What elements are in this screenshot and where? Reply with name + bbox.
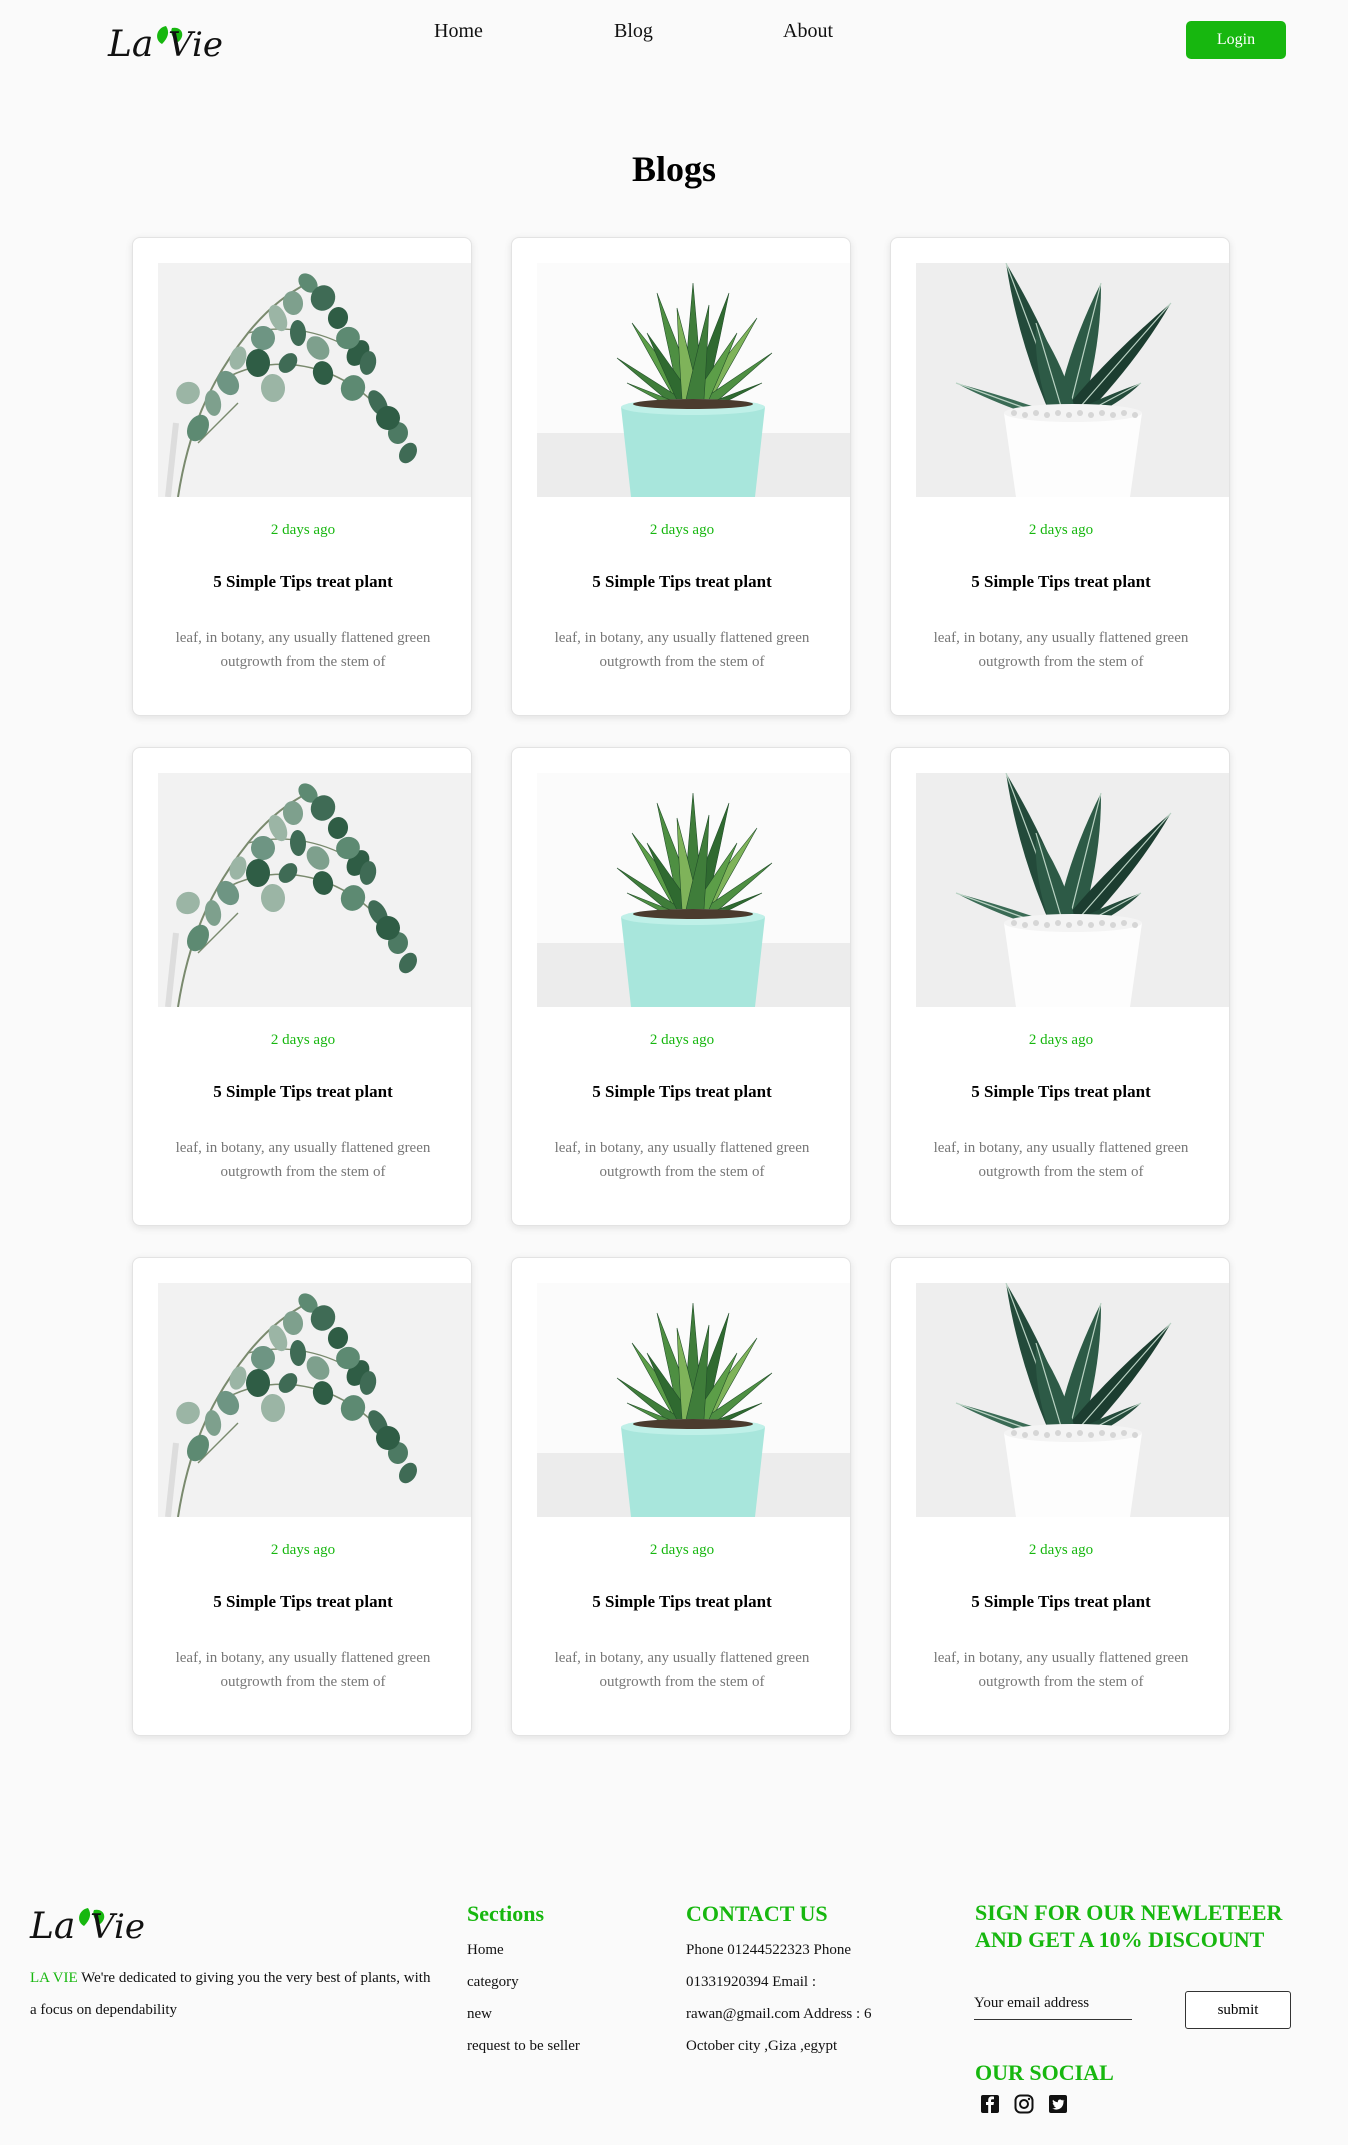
la-vie-logo[interactable]: La Vie bbox=[106, 14, 230, 66]
card-date: 2 days ago bbox=[649, 522, 715, 538]
sections-heading: Sections bbox=[467, 1901, 544, 1926]
blog-card[interactable]: 2 days ago 5 Simple Tips treat plant lea… bbox=[511, 747, 851, 1226]
newsletter-submit-button[interactable]: submit bbox=[1185, 1991, 1291, 2029]
footer-brand: LA VIE bbox=[30, 1970, 78, 1986]
plant-image bbox=[916, 1283, 1229, 1517]
blog-card[interactable]: 2 days ago 5 Simple Tips treat plant lea… bbox=[890, 1257, 1230, 1736]
card-description: leaf, in botany, any usually flattened g… bbox=[175, 1650, 431, 1690]
footer-logo[interactable]: La Vie bbox=[28, 1896, 152, 1948]
blog-card[interactable]: 2 days ago 5 Simple Tips treat plant lea… bbox=[132, 747, 472, 1226]
social-heading: OUR SOCIAL bbox=[975, 2060, 1114, 2085]
card-date: 2 days ago bbox=[270, 1032, 336, 1048]
sections-list: Home category new request to be seller bbox=[467, 1934, 580, 2062]
newsletter-email-input[interactable] bbox=[974, 1988, 1132, 2020]
card-date: 2 days ago bbox=[1028, 522, 1094, 538]
blog-card[interactable]: 2 days ago 5 Simple Tips treat plant lea… bbox=[132, 237, 472, 716]
nav-home-link[interactable]: Home bbox=[434, 20, 483, 43]
svg-text:Vie: Vie bbox=[90, 1907, 145, 1947]
card-title[interactable]: 5 Simple Tips treat plant bbox=[512, 572, 850, 592]
footer-link-new[interactable]: new bbox=[467, 1998, 580, 2030]
card-date: 2 days ago bbox=[270, 1542, 336, 1558]
plant-image bbox=[916, 773, 1229, 1007]
plant-image bbox=[158, 1283, 471, 1517]
blog-card[interactable]: 2 days ago 5 Simple Tips treat plant lea… bbox=[890, 747, 1230, 1226]
contact-heading: CONTACT US bbox=[686, 1901, 828, 1926]
twitter-icon[interactable] bbox=[1048, 2094, 1068, 2114]
blog-card[interactable]: 2 days ago 5 Simple Tips treat plant lea… bbox=[132, 1257, 472, 1736]
facebook-icon[interactable] bbox=[980, 2094, 1000, 2114]
footer-link-category[interactable]: category bbox=[467, 1966, 580, 1998]
card-description: leaf, in botany, any usually flattened g… bbox=[175, 1140, 431, 1180]
card-description: leaf, in botany, any usually flattened g… bbox=[933, 1140, 1189, 1180]
login-button[interactable]: Login bbox=[1186, 21, 1286, 59]
contact-details: Phone 01244522323 Phone 01331920394 Emai… bbox=[686, 1942, 872, 2054]
card-description: leaf, in botany, any usually flattened g… bbox=[554, 1140, 810, 1180]
footer-about-text: LA VIE We're dedicated to giving you the… bbox=[30, 1962, 440, 2026]
plant-image bbox=[158, 263, 471, 497]
top-navbar: La Vie Home Blog About Login bbox=[0, 0, 1348, 80]
footer-about-body: We're dedicated to giving you the very b… bbox=[30, 1970, 431, 2018]
footer-link-home[interactable]: Home bbox=[467, 1934, 580, 1966]
card-title[interactable]: 5 Simple Tips treat plant bbox=[133, 1082, 471, 1102]
newsletter-heading: SIGN FOR OUR NEWLETEER AND GET A 10% DIS… bbox=[975, 1900, 1283, 1952]
plant-image bbox=[537, 1283, 850, 1517]
svg-text:La: La bbox=[107, 24, 153, 65]
card-title[interactable]: 5 Simple Tips treat plant bbox=[512, 1082, 850, 1102]
card-description: leaf, in botany, any usually flattened g… bbox=[554, 1650, 810, 1690]
card-description: leaf, in botany, any usually flattened g… bbox=[175, 630, 431, 670]
card-title[interactable]: 5 Simple Tips treat plant bbox=[891, 572, 1229, 592]
nav-blog-link[interactable]: Blog bbox=[614, 20, 653, 43]
card-date: 2 days ago bbox=[649, 1542, 715, 1558]
card-title[interactable]: 5 Simple Tips treat plant bbox=[512, 1592, 850, 1612]
blog-card[interactable]: 2 days ago 5 Simple Tips treat plant lea… bbox=[511, 237, 851, 716]
card-date: 2 days ago bbox=[270, 522, 336, 538]
card-date: 2 days ago bbox=[649, 1032, 715, 1048]
footer-link-request-seller[interactable]: request to be seller bbox=[467, 2030, 580, 2062]
card-date: 2 days ago bbox=[1028, 1032, 1094, 1048]
card-description: leaf, in botany, any usually flattened g… bbox=[933, 1650, 1189, 1690]
blog-grid: 2 days ago 5 Simple Tips treat plant lea… bbox=[132, 237, 1230, 1736]
plant-image bbox=[537, 773, 850, 1007]
instagram-icon[interactable] bbox=[1014, 2094, 1034, 2114]
card-title[interactable]: 5 Simple Tips treat plant bbox=[133, 1592, 471, 1612]
page-title: Blogs bbox=[631, 149, 717, 189]
card-title[interactable]: 5 Simple Tips treat plant bbox=[133, 572, 471, 592]
card-title[interactable]: 5 Simple Tips treat plant bbox=[891, 1082, 1229, 1102]
blog-card[interactable]: 2 days ago 5 Simple Tips treat plant lea… bbox=[890, 237, 1230, 716]
svg-text:Vie: Vie bbox=[168, 25, 223, 65]
plant-image bbox=[537, 263, 850, 497]
svg-text:La: La bbox=[29, 1906, 75, 1947]
card-date: 2 days ago bbox=[1028, 1542, 1094, 1558]
nav-about-link[interactable]: About bbox=[783, 20, 833, 43]
card-description: leaf, in botany, any usually flattened g… bbox=[933, 630, 1189, 670]
card-title[interactable]: 5 Simple Tips treat plant bbox=[891, 1592, 1229, 1612]
card-description: leaf, in botany, any usually flattened g… bbox=[554, 630, 810, 670]
plant-image bbox=[158, 773, 471, 1007]
plant-image bbox=[916, 263, 1229, 497]
social-links bbox=[980, 2094, 1068, 2114]
blog-card[interactable]: 2 days ago 5 Simple Tips treat plant lea… bbox=[511, 1257, 851, 1736]
